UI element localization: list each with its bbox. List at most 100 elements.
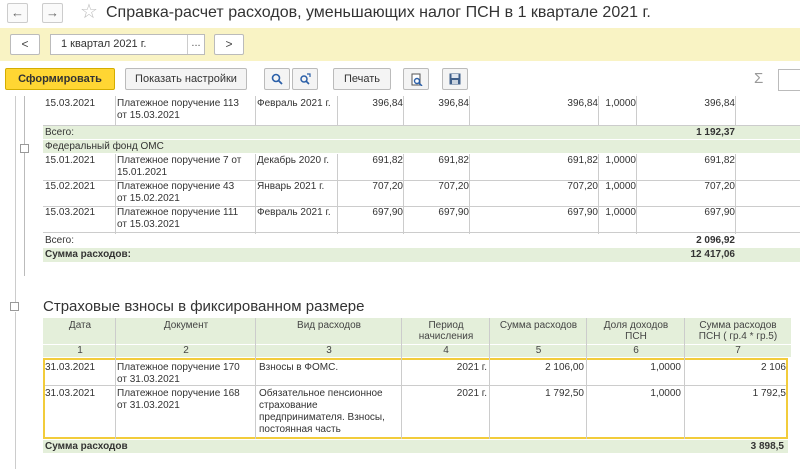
column-divider: [115, 96, 116, 125]
row-divider: [43, 232, 800, 233]
row-amount: 1 792,50: [545, 388, 584, 399]
subtotal-value: 1 192,37: [696, 127, 735, 138]
subtotal-row: Всего: 1 192,37: [43, 126, 800, 139]
back-button[interactable]: ←: [7, 3, 28, 23]
header-total: Сумма расходов ПСН ( гр.4 * гр.5): [698, 320, 778, 342]
period-bar: < 1 квартал 2021 г. ... >: [0, 28, 800, 61]
header-amount: Сумма расходов: [499, 320, 578, 331]
column-number: 5: [535, 345, 542, 356]
column-number: 4: [443, 345, 449, 356]
table-row: 15.01.2021 Платежное поручение 7 от 15.01.…: [43, 154, 800, 180]
column-divider: [255, 318, 256, 439]
row-type: Обязательное пенсионное страхование предпр…: [259, 388, 385, 435]
generate-button[interactable]: Сформировать: [5, 68, 115, 90]
print-button[interactable]: Печать: [333, 68, 391, 90]
forward-button[interactable]: →: [42, 3, 63, 23]
column-divider: [598, 154, 599, 234]
header-share: Доля доходов ПСН: [603, 320, 669, 342]
column-number: 2: [183, 345, 189, 356]
row-value: 396,84: [372, 98, 403, 109]
column-divider: [469, 154, 470, 234]
row-period: Декабрь 2020 г.: [257, 155, 329, 166]
table-row: 31.03.2021 Платежное поручение 170 от 31.0…: [43, 360, 788, 385]
row-c1: 697,90: [372, 207, 403, 218]
row-c3: 691,82: [567, 155, 598, 166]
search-button[interactable]: [264, 68, 290, 90]
row-date: 31.03.2021: [45, 388, 96, 399]
prev-period-button[interactable]: <: [10, 34, 40, 55]
column-divider: [337, 154, 338, 234]
row-share: 1,0000: [605, 181, 636, 192]
print-preview-icon: [411, 73, 423, 87]
column-divider: [636, 154, 637, 234]
column-divider: [115, 318, 116, 439]
column-divider: [401, 318, 402, 439]
subtotal-label: Всего:: [45, 235, 74, 246]
arrow-right-icon: →: [46, 5, 59, 20]
period-select-button[interactable]: ...: [187, 35, 204, 54]
row-period: Январь 2021 г.: [257, 181, 325, 192]
row-c1: 691,82: [372, 155, 403, 166]
row-doc: Платежное поручение 170 от 31.03.2021: [117, 362, 240, 385]
row-c1: 707,20: [372, 181, 403, 192]
expenses-sum-row: Сумма расходов: 12 417,06: [43, 248, 800, 262]
row-c2: 691,82: [438, 155, 469, 166]
row-value: 396,84: [567, 98, 598, 109]
row-c3: 707,20: [567, 181, 598, 192]
favorite-star-icon[interactable]: ☆: [80, 1, 98, 23]
period-input[interactable]: 1 квартал 2021 г. ...: [50, 34, 205, 55]
row-total: 697,90: [704, 207, 735, 218]
search-replace-button[interactable]: [292, 68, 318, 90]
column-divider: [586, 318, 587, 439]
table-header: Дата Документ Вид расходов Период начисле…: [43, 318, 791, 344]
row-period: 2021 г.: [456, 388, 487, 399]
section-title: Страховые взносы в фиксированном размере: [43, 298, 365, 315]
column-divider: [469, 96, 470, 125]
header-expense-type: Вид расходов: [297, 320, 361, 331]
row-total: 2 106: [760, 362, 786, 373]
row-share: 1,0000: [650, 362, 681, 373]
page-title: Справка-расчет расходов, уменьшающих нал…: [106, 4, 651, 21]
row-period: Февраль 2021 г.: [257, 98, 331, 109]
column-numbers: 1 2 3 4 5 6 7: [43, 345, 791, 357]
row-date: 15.03.2021: [45, 98, 96, 109]
row-share: 1,0000: [650, 388, 681, 399]
table-row: 15.03.2021 Платежное поручение 113 от 15.…: [43, 98, 800, 124]
fund-group-row: Федеральный фонд ОМС: [43, 140, 800, 153]
expenses-sum-label: Сумма расходов:: [45, 249, 131, 260]
arrow-left-icon: ←: [11, 5, 24, 20]
subtotal-label: Всего:: [45, 127, 74, 138]
sum-icon[interactable]: Σ: [754, 70, 763, 87]
save-button[interactable]: [442, 68, 468, 90]
expenses-sum-value: 12 417,06: [690, 249, 736, 260]
column-divider: [337, 96, 338, 125]
row-total: 707,20: [704, 181, 735, 192]
insurance-sum-label: Сумма расходов: [45, 441, 128, 452]
subtotal-value: 2 096,92: [696, 235, 735, 246]
row-date: 15.01.2021: [45, 155, 96, 166]
group-collapse-toggle-2[interactable]: [10, 302, 19, 311]
preview-button[interactable]: [403, 68, 429, 90]
group-line-lower: [15, 312, 16, 469]
column-divider: [598, 96, 599, 125]
group-collapse-toggle[interactable]: [20, 144, 29, 153]
floppy-disk-icon: [449, 73, 461, 85]
header-date: Дата: [68, 320, 92, 331]
table-row: 15.02.2021 Платежное поручение 43 от 15.02…: [43, 180, 800, 206]
table-row: 31.03.2021 Платежное поручение 168 от 31.0…: [43, 386, 788, 438]
row-doc: Платежное поручение 168 от 31.03.2021: [117, 388, 240, 411]
report-spreadsheet[interactable]: 15.03.2021 Платежное поручение 113 от 15.…: [0, 96, 800, 469]
row-period: 2021 г.: [456, 362, 487, 373]
column-number: 3: [326, 345, 332, 356]
row-divider: [43, 438, 788, 439]
column-divider: [489, 318, 490, 439]
search-icon: [271, 73, 283, 85]
table-row: 15.03.2021 Платежное поручение 111 от 15.0…: [43, 206, 800, 232]
row-c2: 707,20: [438, 181, 469, 192]
column-number: 6: [633, 345, 639, 356]
sum-field: [778, 69, 800, 91]
row-doc: Платежное поручение 7 от 15.01.2021: [117, 155, 242, 178]
row-doc: Платежное поручение 43 от 15.02.2021: [117, 181, 235, 204]
show-settings-button[interactable]: Показать настройки: [125, 68, 247, 90]
next-period-button[interactable]: >: [214, 34, 244, 55]
